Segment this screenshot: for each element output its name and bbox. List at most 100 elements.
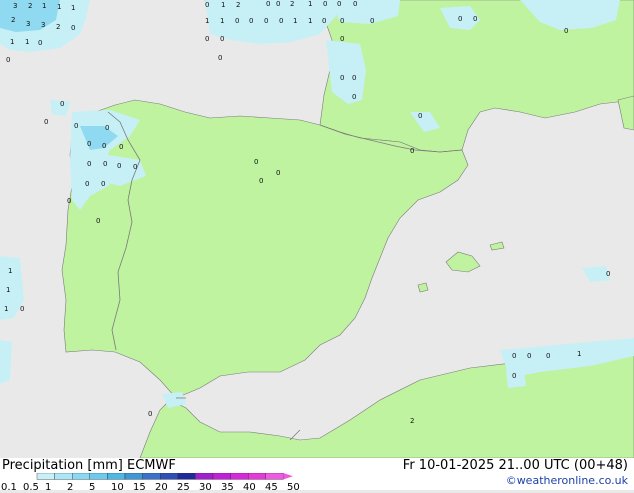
precip-label: 0: [101, 180, 105, 188]
colorbar-label: 0.5: [23, 482, 39, 493]
colorbar-label: 0.1: [1, 482, 17, 493]
colorbar-label: 30: [199, 482, 212, 493]
colorbar-swatch: [248, 473, 266, 480]
precip-label: 0: [87, 160, 91, 168]
precip-label: 0: [220, 35, 224, 43]
colorbar-swatch: [212, 473, 231, 480]
precip-label: 0: [564, 27, 568, 35]
precip-label: 0: [133, 163, 137, 171]
precip-label: 0: [264, 17, 268, 25]
precip-label: 0: [20, 305, 24, 313]
precip-label: 0: [44, 118, 48, 126]
precip-label: 2: [56, 23, 60, 31]
colorbar-swatch: [195, 473, 214, 480]
precip-label: 1: [42, 2, 46, 10]
colorbar-label: 45: [265, 482, 278, 493]
precip-label: 0: [322, 17, 326, 25]
precip-label: 0: [418, 112, 422, 120]
map-footer: Precipitation [mm] ECMWF Fr 10-01-2025 2…: [0, 458, 634, 493]
precip-label: 0: [105, 124, 109, 132]
precip-label: 0: [340, 74, 344, 82]
precip-label: 0: [218, 54, 222, 62]
precip-label: 3: [13, 2, 17, 10]
precip-label: 0: [259, 177, 263, 185]
map-title: Precipitation [mm] ECMWF: [2, 458, 176, 473]
precip-label: 0: [606, 270, 610, 278]
precip-label: 0: [96, 217, 100, 225]
precip-label: 0: [117, 162, 121, 170]
colorbar-label: 20: [155, 482, 168, 493]
precip-label: 0: [60, 100, 64, 108]
precip-label: 0: [353, 0, 357, 8]
colorbar-label: 10: [111, 482, 124, 493]
precip-label: 0: [370, 17, 374, 25]
precip-label: 1: [57, 3, 61, 11]
precip-label: 0: [512, 372, 516, 380]
colorbar-label: 15: [133, 482, 146, 493]
precip-label: 0: [6, 56, 10, 64]
colorbar-swatch: [142, 473, 161, 480]
colorbar-swatch: [72, 473, 90, 480]
precip-label: 0: [512, 352, 516, 360]
precip-label: 2: [290, 0, 294, 8]
colorbar-label: 40: [243, 482, 256, 493]
precip-label: 1: [25, 38, 29, 46]
precip-label: 1: [308, 17, 312, 25]
precip-label: 0: [102, 142, 106, 150]
precip-label: 0: [340, 35, 344, 43]
colorbar-swatch: [107, 473, 126, 480]
precip-label: 0: [67, 197, 71, 205]
precip-label: 0: [254, 158, 258, 166]
precip-label: 1: [10, 38, 14, 46]
source-credit[interactable]: ©weatheronline.co.uk: [506, 474, 628, 487]
precip-label: 2: [410, 417, 414, 425]
colorbar-swatch: [124, 473, 143, 480]
colorbar-swatch: [230, 473, 249, 480]
precip-label: 0: [85, 180, 89, 188]
precip-label: 0: [249, 17, 253, 25]
precip-label: 0: [205, 1, 209, 9]
precip-label: 3: [26, 20, 30, 28]
precip-label: 1: [577, 350, 581, 358]
precip-label: 0: [279, 17, 283, 25]
precip-label: 1: [6, 286, 10, 294]
colorbar-label: 50: [287, 482, 300, 493]
precip-label: 0: [205, 35, 209, 43]
precip-label: 0: [337, 0, 341, 8]
precip-label: 0: [323, 0, 327, 8]
colorbar-label: 35: [221, 482, 234, 493]
precip-label: 0: [276, 169, 280, 177]
precip-label: 0: [527, 352, 531, 360]
precip-label: 1: [220, 17, 224, 25]
forecast-datetime: Fr 10-01-2025 21..00 UTC (00+48): [402, 458, 628, 473]
precip-label: 2: [28, 2, 32, 10]
precipitation-map: 3 2 1 1 1 2 3 3 2 0 1 1 0 0 0 1 2 0 0 2 …: [0, 0, 634, 458]
precip-label: 0: [410, 147, 414, 155]
colorbar-label: 25: [177, 482, 190, 493]
precip-label: 3: [41, 21, 45, 29]
precipitation-colorbar: [36, 473, 293, 480]
precip-label: 1: [71, 4, 75, 12]
precip-label: 1: [8, 267, 12, 275]
colorbar-swatch: [36, 473, 55, 480]
land-ibiza: [417, 282, 429, 293]
precip-label: 2: [11, 16, 15, 24]
colorbar-swatch: [160, 473, 178, 480]
precip-label: 1: [308, 0, 312, 8]
precip-label: 2: [236, 1, 240, 9]
colorbar-swatch: [54, 473, 73, 480]
precip-label: 1: [205, 17, 209, 25]
precip-label: 0: [235, 17, 239, 25]
colorbar-swatch: [89, 473, 108, 480]
precip-label: 0: [38, 39, 42, 47]
precip-label: 0: [148, 410, 152, 418]
precip-label: 0: [352, 93, 356, 101]
colorbar-swatch: [177, 473, 196, 480]
precip-label: 0: [74, 122, 78, 130]
precip-label: 0: [119, 143, 123, 151]
precip-label: 0: [103, 160, 107, 168]
precip-label: 0: [71, 24, 75, 32]
precip-label: 1: [293, 17, 297, 25]
colorbar-swatch: [265, 473, 284, 480]
precip-label: 0: [473, 15, 477, 23]
